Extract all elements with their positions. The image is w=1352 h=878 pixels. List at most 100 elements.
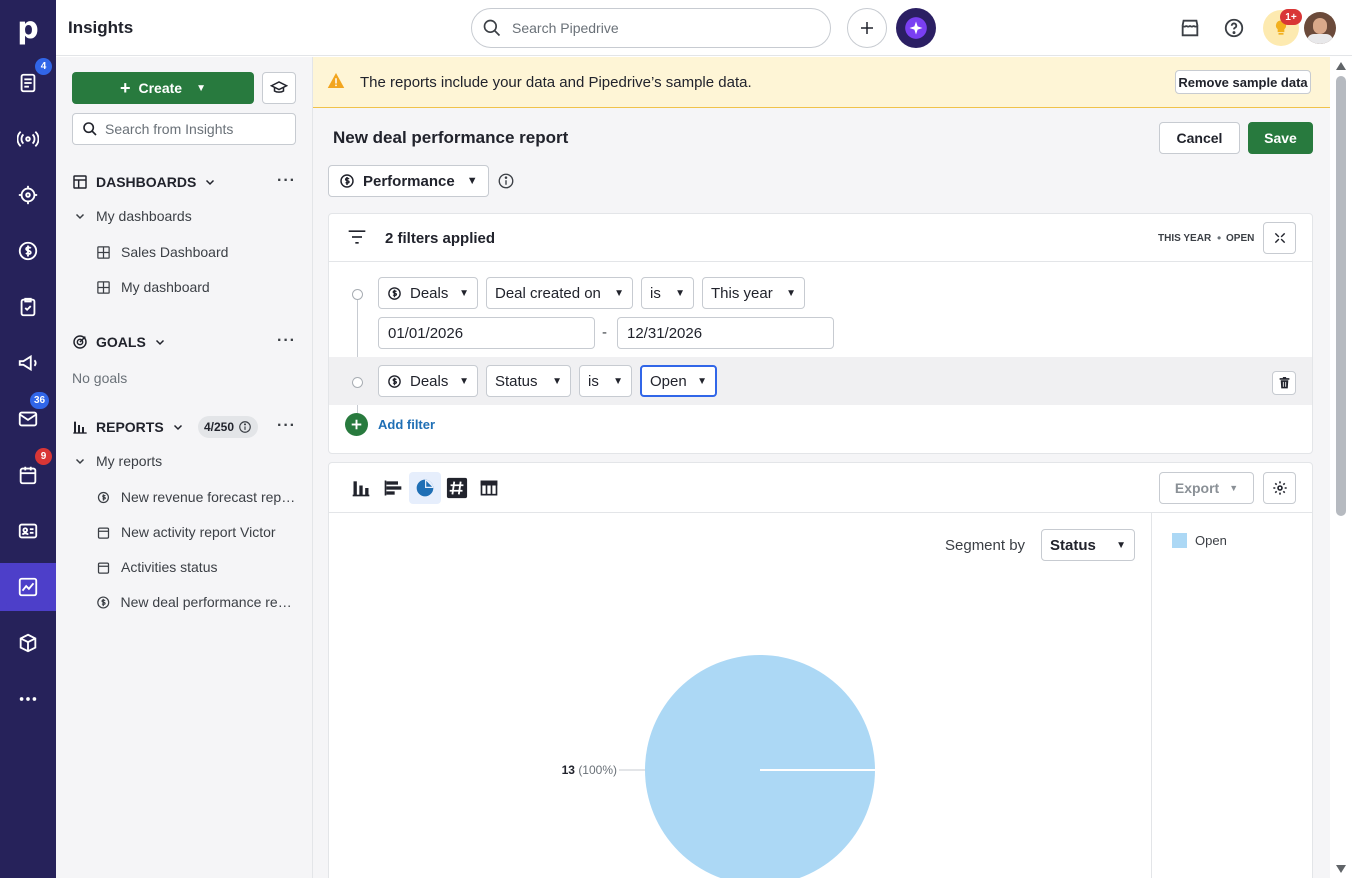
dollar-icon bbox=[97, 595, 110, 609]
more-dots-icon[interactable] bbox=[0, 675, 56, 723]
insights-search-input[interactable]: Search from Insights bbox=[72, 113, 296, 145]
products-box-icon[interactable] bbox=[0, 619, 56, 667]
warning-icon bbox=[327, 72, 345, 92]
filter-icon bbox=[348, 230, 366, 244]
sidebar-item-deal-performance[interactable]: New deal performance report bbox=[96, 594, 296, 610]
save-button[interactable]: Save bbox=[1248, 122, 1313, 154]
create-button[interactable]: + Create ▼ bbox=[72, 72, 254, 104]
broadcast-icon[interactable] bbox=[0, 115, 56, 163]
add-filter-button[interactable]: Add filter bbox=[345, 413, 435, 436]
goals-section-header[interactable]: GOALS bbox=[72, 334, 166, 350]
caret-down-icon: ▼ bbox=[1229, 483, 1239, 493]
export-label: Export bbox=[1174, 480, 1220, 496]
scroll-down-arrow-icon[interactable] bbox=[1335, 864, 1347, 874]
report-title[interactable]: New deal performance report bbox=[333, 128, 568, 148]
chevron-down-icon bbox=[173, 424, 182, 431]
sidebar-item-label: My dashboard bbox=[121, 279, 210, 295]
pipedrive-logo[interactable]: p bbox=[0, 0, 56, 56]
chart-settings-button[interactable] bbox=[1263, 472, 1296, 504]
marketplace-icon[interactable] bbox=[1176, 14, 1204, 42]
reports-more-button[interactable]: ··· bbox=[277, 417, 296, 435]
filter2-field-select[interactable]: Status ▼ bbox=[486, 365, 571, 397]
campaigns-megaphone-icon[interactable] bbox=[0, 339, 56, 387]
calendar-icon bbox=[97, 527, 110, 539]
info-icon[interactable] bbox=[238, 420, 252, 434]
sidebar-item-sales-dashboard[interactable]: Sales Dashboard bbox=[96, 244, 296, 260]
ai-sparkle-button[interactable] bbox=[896, 8, 936, 48]
sidebar-item-my-dashboard[interactable]: My dashboard bbox=[96, 279, 296, 295]
table-view-icon[interactable] bbox=[473, 472, 505, 504]
legend-label: Open bbox=[1195, 533, 1227, 548]
trash-icon bbox=[1279, 377, 1289, 389]
calendar-icon bbox=[97, 562, 110, 574]
quick-add-button[interactable] bbox=[847, 8, 887, 48]
caret-down-icon: ▼ bbox=[697, 375, 707, 387]
filter2-value-select[interactable]: Open ▼ bbox=[640, 365, 717, 397]
filter1-entity-select[interactable]: Deals ▼ bbox=[378, 277, 478, 309]
remove-sample-data-button[interactable]: Remove sample data bbox=[1175, 70, 1311, 94]
caret-down-icon: ▼ bbox=[614, 287, 624, 299]
contacts-card-icon[interactable] bbox=[0, 507, 56, 555]
academy-button[interactable] bbox=[262, 72, 296, 104]
report-type-select[interactable]: Performance ▼ bbox=[328, 165, 489, 197]
filter1-start-date-input[interactable]: 01/01/2026 bbox=[378, 317, 595, 349]
goals-more-button[interactable]: ··· bbox=[277, 332, 296, 350]
mail-icon[interactable]: 36 bbox=[0, 392, 56, 443]
sidebar-item-label: Activities status bbox=[121, 559, 218, 575]
filter1-value-label: This year bbox=[711, 284, 773, 302]
bar-chart-icon[interactable] bbox=[377, 472, 409, 504]
collapse-filters-button[interactable] bbox=[1263, 222, 1296, 254]
reports-section-header[interactable]: REPORTS bbox=[72, 419, 184, 435]
caret-down-icon: ▼ bbox=[786, 287, 796, 299]
calendar-icon[interactable]: 9 bbox=[0, 448, 56, 499]
legend-item[interactable]: Open bbox=[1172, 533, 1227, 548]
help-icon[interactable] bbox=[1220, 14, 1248, 42]
insights-chart-icon[interactable] bbox=[0, 563, 56, 611]
global-search-input[interactable]: Search Pipedrive bbox=[471, 8, 831, 48]
forecast-icon bbox=[97, 491, 110, 503]
deals-dollar-icon[interactable] bbox=[0, 227, 56, 275]
leads-icon[interactable]: 4 bbox=[0, 58, 56, 107]
pie-chart-icon[interactable] bbox=[409, 472, 441, 504]
dollar-icon bbox=[388, 374, 401, 388]
pie-slice-open[interactable] bbox=[645, 655, 875, 878]
filters-header[interactable]: 2 filters applied THIS YEAR • OPEN bbox=[329, 214, 1312, 262]
scrollbar-thumb[interactable] bbox=[1336, 76, 1346, 516]
bar-chart-icon bbox=[73, 421, 87, 434]
tasks-clipboard-icon[interactable] bbox=[0, 283, 56, 331]
target-icon[interactable] bbox=[0, 171, 56, 219]
dashboards-section-header[interactable]: DASHBOARDS bbox=[72, 174, 216, 190]
filter2-entity-select[interactable]: Deals ▼ bbox=[378, 365, 478, 397]
filter1-end-date: 12/31/2026 bbox=[627, 324, 703, 342]
filter1-operator-label: is bbox=[650, 284, 661, 302]
cancel-button[interactable]: Cancel bbox=[1159, 122, 1240, 154]
scroll-up-arrow-icon[interactable] bbox=[1335, 61, 1347, 71]
page-scrollbar[interactable] bbox=[1330, 57, 1352, 878]
insights-sidebar: + Create ▼ Search from Insights DASHBOAR… bbox=[56, 57, 313, 878]
sidebar-item-activities-status[interactable]: Activities status bbox=[96, 559, 296, 575]
sidebar-item-activity-report[interactable]: New activity report Victor bbox=[96, 524, 296, 540]
delete-filter-button[interactable] bbox=[1272, 371, 1296, 395]
report-editor: The reports include your data and Pipedr… bbox=[313, 57, 1330, 878]
info-icon[interactable] bbox=[497, 172, 515, 193]
dashboards-more-button[interactable]: ··· bbox=[277, 172, 296, 190]
filter1-value-select[interactable]: This year ▼ bbox=[702, 277, 805, 309]
filter2-value-label: Open bbox=[650, 372, 687, 390]
export-button[interactable]: Export ▼ bbox=[1159, 472, 1254, 504]
my-reports-toggle[interactable]: My reports bbox=[74, 453, 162, 469]
filter1-end-date-input[interactable]: 12/31/2026 bbox=[617, 317, 834, 349]
plus-icon: + bbox=[119, 78, 131, 98]
user-avatar[interactable] bbox=[1304, 12, 1336, 44]
dashboard-icon bbox=[97, 280, 110, 294]
filter1-operator-select[interactable]: is ▼ bbox=[641, 277, 694, 309]
sidebar-item-revenue-forecast[interactable]: New revenue forecast report bbox=[96, 489, 296, 505]
filter2-operator-select[interactable]: is ▼ bbox=[579, 365, 632, 397]
column-chart-icon[interactable] bbox=[345, 472, 377, 504]
scorecard-number-icon[interactable] bbox=[441, 472, 473, 504]
my-dashboards-toggle[interactable]: My dashboards bbox=[74, 208, 192, 224]
chevron-down-icon bbox=[155, 339, 164, 346]
add-filter-label: Add filter bbox=[378, 417, 436, 432]
caret-down-icon: ▼ bbox=[675, 287, 685, 299]
filter1-field-select[interactable]: Deal created on ▼ bbox=[486, 277, 633, 309]
insights-search-placeholder: Search from Insights bbox=[105, 121, 234, 137]
